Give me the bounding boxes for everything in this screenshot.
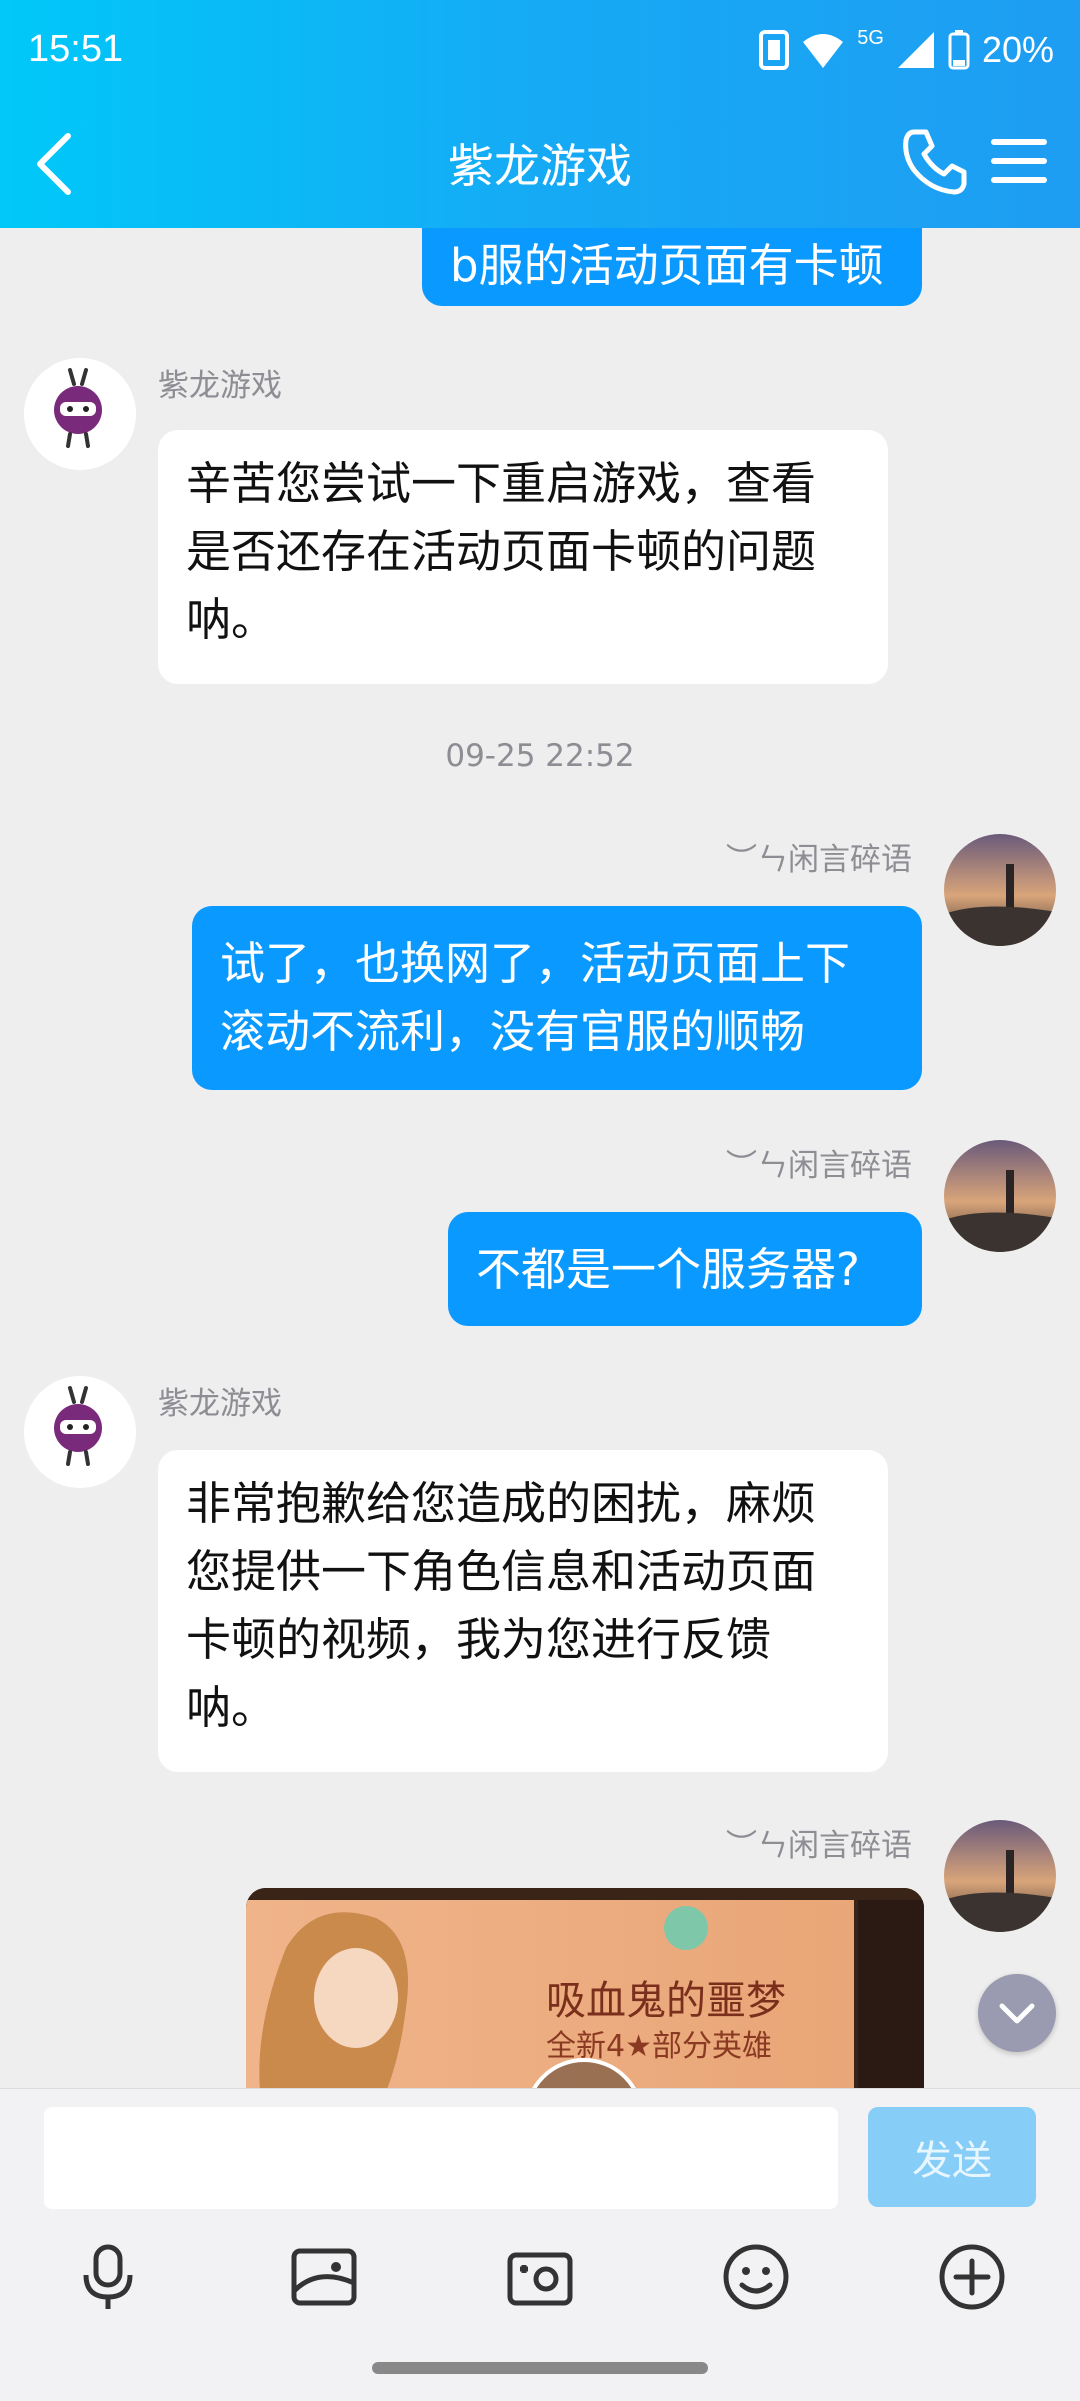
message-text: 试了，也换网了，活动页面上下滚动不流利，没有官服的顺畅 bbox=[220, 937, 851, 1058]
message-bubble-incoming[interactable]: 辛苦您尝试一下重启游戏，查看是否还存在活动页面卡顿的问题呐。 bbox=[158, 430, 888, 684]
scroll-to-bottom-button[interactable] bbox=[978, 1974, 1056, 2052]
sender-name: ︶ㄣ闲言碎语 bbox=[726, 842, 912, 878]
chevron-down-icon bbox=[999, 2003, 1035, 2024]
message-bubble-incoming[interactable]: 非常抱歉给您造成的困扰，麻烦您提供一下角色信息和活动页面卡顿的视频，我为您进行反… bbox=[158, 1450, 888, 1772]
message-text: 不都是一个服务器? bbox=[476, 1243, 860, 1296]
sim-icon bbox=[759, 30, 790, 70]
user-avatar-image bbox=[944, 1140, 1056, 1252]
message-input[interactable] bbox=[44, 2107, 838, 2209]
message-text: b服的活动页面有卡顿 bbox=[450, 239, 884, 292]
navbar: 紫龙游戏 bbox=[0, 100, 1080, 228]
signal-icon bbox=[897, 32, 934, 68]
message-text: 辛苦您尝试一下重启游戏，查看是否还存在活动页面卡顿的问题呐。 bbox=[186, 457, 817, 646]
sender-name: 紫龙游戏 bbox=[158, 1386, 282, 1422]
emoji-icon[interactable] bbox=[720, 2241, 792, 2313]
user-avatar-image bbox=[944, 834, 1056, 946]
sender-name: ︶ㄣ闲言碎语 bbox=[726, 1148, 912, 1184]
avatar-user[interactable] bbox=[944, 1820, 1056, 1932]
video-thumbnail-image: 吸血鬼的噩梦 全新4★部分英雄 bbox=[246, 1888, 924, 2088]
chat-area[interactable]: b服的活动页面有卡顿 紫龙游戏 辛苦您尝试一下重启游戏，查看是否还存在活动页面卡… bbox=[0, 228, 1080, 2088]
message-bubble-outgoing[interactable]: b服的活动页面有卡顿 bbox=[422, 228, 922, 306]
plus-icon[interactable] bbox=[936, 2241, 1008, 2313]
status-time: 15:51 bbox=[28, 28, 124, 70]
image-icon[interactable] bbox=[288, 2241, 360, 2313]
avatar-user[interactable] bbox=[944, 834, 1056, 946]
wifi-icon bbox=[803, 34, 844, 68]
header: 15:51 5G 20% 紫龙游戏 bbox=[0, 0, 1080, 228]
message-timestamp: 09-25 22:52 bbox=[445, 738, 635, 774]
phone-icon[interactable] bbox=[900, 126, 970, 196]
menu-icon[interactable] bbox=[988, 130, 1050, 192]
input-area: 发送 bbox=[0, 2088, 1080, 2401]
status-bar: 15:51 5G 20% bbox=[0, 0, 1080, 100]
camera-icon[interactable] bbox=[504, 2241, 576, 2313]
sender-name: ︶ㄣ闲言碎语 bbox=[726, 1828, 912, 1864]
status-icons: 5G 20% bbox=[759, 26, 1054, 74]
network-label: 5G bbox=[857, 26, 884, 49]
message-bubble-outgoing[interactable]: 不都是一个服务器? bbox=[448, 1212, 922, 1326]
battery-icon bbox=[948, 30, 970, 70]
battery-level: 20% bbox=[981, 29, 1054, 70]
sender-name: 紫龙游戏 bbox=[158, 368, 282, 404]
message-text: 非常抱歉给您造成的困扰，麻烦您提供一下角色信息和活动页面卡顿的视频，我为您进行反… bbox=[186, 1477, 817, 1734]
home-indicator[interactable] bbox=[372, 2362, 708, 2374]
avatar-user[interactable] bbox=[944, 1140, 1056, 1252]
video-title: 吸血鬼的噩梦 bbox=[546, 1978, 786, 2024]
avatar-bot[interactable] bbox=[24, 1376, 136, 1488]
send-button[interactable]: 发送 bbox=[868, 2107, 1036, 2207]
video-message-thumbnail[interactable]: 吸血鬼的噩梦 全新4★部分英雄 bbox=[246, 1888, 924, 2088]
avatar-bot[interactable] bbox=[24, 358, 136, 470]
bot-avatar-icon bbox=[24, 358, 136, 470]
user-avatar-image bbox=[944, 1820, 1056, 1932]
bot-avatar-icon bbox=[24, 1376, 136, 1488]
microphone-icon[interactable] bbox=[72, 2241, 144, 2313]
message-bubble-outgoing[interactable]: 试了，也换网了，活动页面上下滚动不流利，没有官服的顺畅 bbox=[192, 906, 922, 1090]
